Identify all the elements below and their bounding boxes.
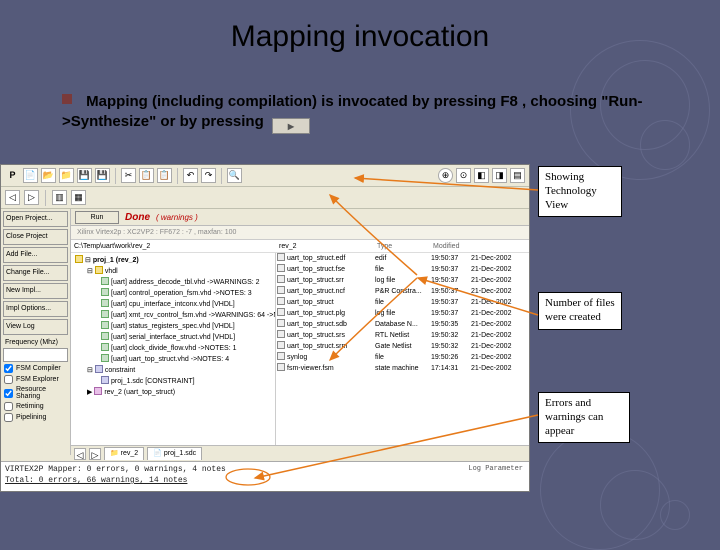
bottom-tabs: ◁ ▷ 📁 rev_2 📄 proj_1.sdc [71,445,529,461]
file-row[interactable]: uart_top_struct.srsRTL Netlist19:50:3221… [276,330,529,341]
status-line-2: Total: 0 errors, 66 warnings, 14 notes [5,475,525,486]
nav-fwd-icon[interactable]: ▷ [24,190,39,205]
file-row[interactable]: uart_top_struct.fsefile19:50:3721-Dec-20… [276,264,529,275]
annotation-files-created: Number of files were created [538,292,622,330]
file-row[interactable]: uart_top_structfile19:50:3721-Dec-2002 [276,297,529,308]
left-panel: Open Project... Close Project Add File..… [1,209,71,455]
secondary-toolbar: ◁ ▷ ▥ ▦ [1,187,529,209]
done-warnings: ( warnings ) [156,213,198,222]
file-row[interactable]: uart_top_struct.sdbDatabase N...19:50:35… [276,319,529,330]
open-proj-icon[interactable]: 📁 [59,168,74,183]
file-list[interactable]: uart_top_struct.edfedif19:50:3721-Dec-20… [276,253,529,455]
file-row[interactable]: uart_top_struct.srrlog file19:50:3721-De… [276,275,529,286]
folder-name: rev_2 [279,240,377,252]
bullet-text: Mapping (including compilation) is invoc… [62,92,662,134]
run-button[interactable]: Run [75,211,119,224]
annotation-tech-view: Showing Technology View [538,166,622,217]
tab-rev2[interactable]: 📁 rev_2 [104,447,144,460]
copy-icon[interactable]: 📋 [139,168,154,183]
open-project-button[interactable]: Open Project... [3,211,68,227]
status-console: VIRTEX2P Mapper: 0 errors, 0 warnings, 4… [1,461,529,491]
file-row[interactable]: uart_top_struct.ncfP&R Constra...19:50:3… [276,286,529,297]
save-icon[interactable]: 💾 [77,168,92,183]
annotation-errors-warnings: Errors and warnings can appear [538,392,630,443]
file-row[interactable]: uart_top_struct.srmGate Netlist19:50:322… [276,341,529,352]
slide-title: Mapping invocation [0,20,720,54]
tb-p-icon[interactable]: P [5,168,20,183]
tab-nav-right-icon[interactable]: ▷ [89,448,101,460]
frequency-input[interactable] [3,348,68,362]
t2-icon-2[interactable]: ▦ [71,190,86,205]
add-file-button[interactable]: Add File... [3,247,68,263]
tab-nav-left-icon[interactable]: ◁ [74,448,86,460]
cut-icon[interactable]: ✂ [121,168,136,183]
undo-icon[interactable]: ↶ [183,168,198,183]
done-status: Done [125,212,150,223]
fsm-explorer-check[interactable]: FSM Explorer [3,375,68,384]
retiming-check[interactable]: Retiming [3,402,68,411]
impl-options-button[interactable]: Impl Options... [3,301,68,317]
view3-icon[interactable]: ▤ [510,168,525,183]
new-file-icon[interactable]: 📄 [23,168,38,183]
paste-icon[interactable]: 📋 [157,168,172,183]
tab-sdc[interactable]: 📄 proj_1.sdc [147,447,202,460]
tech-view-icon[interactable]: ⊙ [456,168,471,183]
status-line-1: VIRTEX2P Mapper: 0 errors, 0 warnings, 4… [5,464,525,475]
open-icon[interactable]: 📂 [41,168,56,183]
file-row[interactable]: fsm-viewer.fsmstate machine17:14:3121-De… [276,363,529,374]
bullet-content: Mapping (including compilation) is invoc… [62,93,642,130]
main-toolbar: P 📄 📂 📁 💾 💾 ✂ 📋 📋 ↶ ↷ 🔍 ⊕ ⊙ ◧ ◨ ▤ [1,165,529,187]
view2-icon[interactable]: ◨ [492,168,507,183]
path-text: C:\Temp\uart\work\rev_2 [74,240,279,252]
change-file-button[interactable]: Change File... [3,265,68,281]
project-tree[interactable]: ⊟ proj_1 (rev_2) ⊟ vhdl [uart] address_d… [71,253,276,455]
find-icon[interactable]: 🔍 [227,168,242,183]
file-row[interactable]: uart_top_struct.edfedif19:50:3721-Dec-20… [276,253,529,264]
save-all-icon[interactable]: 💾 [95,168,110,183]
log-parameter-label: Log Parameter [468,464,523,475]
nav-back-icon[interactable]: ◁ [5,190,20,205]
view1-icon[interactable]: ◧ [474,168,489,183]
run-bar: Run Done ( warnings ) [71,209,529,226]
bullet-icon [62,94,72,104]
close-project-button[interactable]: Close Project [3,229,68,245]
device-info: Xilinx Virtex2p : XC2VP2 : FF672 : -7 , … [71,226,529,240]
center-panel: Run Done ( warnings ) Xilinx Virtex2p : … [71,209,529,455]
fsm-compiler-check[interactable]: FSM Compiler [3,364,68,373]
pipelining-check[interactable]: Pipelining [3,413,68,422]
file-row[interactable]: uart_top_struct.plglog file19:50:3721-De… [276,308,529,319]
ide-window: P 📄 📂 📁 💾 💾 ✂ 📋 📋 ↶ ↷ 🔍 ⊕ ⊙ ◧ ◨ ▤ ◁ ▷ ▥ … [0,164,530,492]
resource-sharing-check[interactable]: Resource Sharing [3,386,68,400]
zoom-in-icon[interactable]: ⊕ [438,168,453,183]
view-log-button[interactable]: View Log [3,319,68,335]
new-impl-button[interactable]: New Impl... [3,283,68,299]
run-toolbar-button-icon: ▶ [272,118,310,134]
frequency-label: Frequency (Mhz) [3,337,68,346]
col-modified: Modified [433,240,459,252]
t2-icon-1[interactable]: ▥ [52,190,67,205]
file-row[interactable]: synlogfile19:50:2621-Dec-2002 [276,352,529,363]
col-type: Type [377,240,433,252]
redo-icon[interactable]: ↷ [201,168,216,183]
